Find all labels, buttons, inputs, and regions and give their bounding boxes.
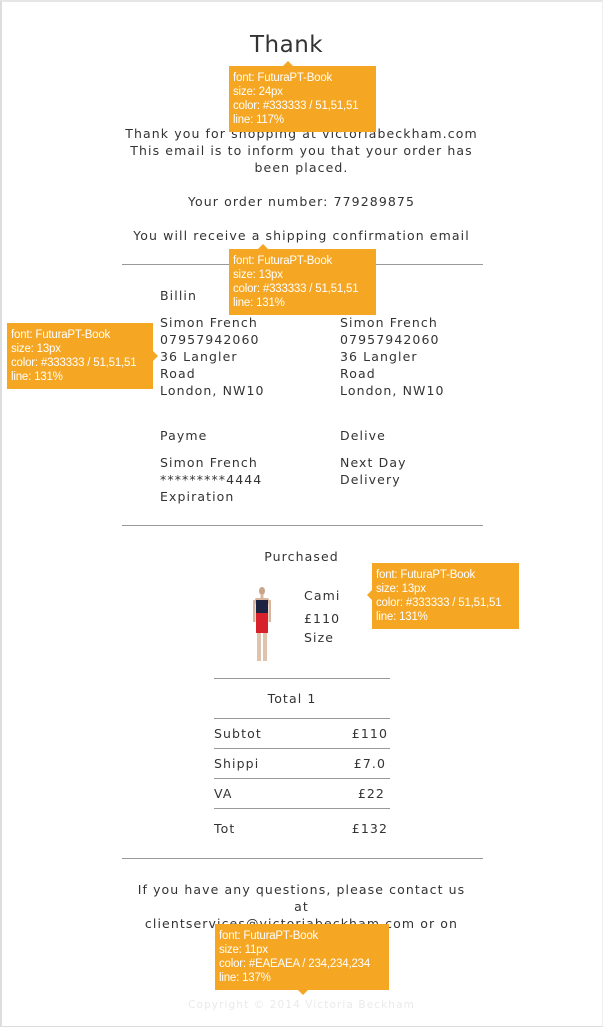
copyright: Copyright © 2014 Victoria Beckham [188,999,415,1011]
annotation-line: font: FuturaPT-Book [219,930,319,942]
email-title: Thank [250,32,324,58]
divider [214,718,390,719]
annotation-line: line: 131% [11,371,63,383]
annotation-line: color: #EAEAEA / 234,234,234 [219,958,371,970]
payment-line: *********4444 [160,472,263,487]
item-size: Size [304,630,335,645]
annotation-arrow [153,351,158,361]
annotation-line: line: 117% [233,114,284,126]
annotation-tooltip: font: FuturaPT-Book size: 24px color: #333… [229,66,376,132]
footer-line: If you have any questions, please contac… [137,882,466,897]
totals-label: Subtot [214,726,262,741]
annotation-line: line: 131% [376,611,428,623]
shipping-line: 07957942060 [340,332,440,347]
annotation-line: color: #333333 / 51,51,51 [11,357,137,369]
billing-line: 36 Langler [160,349,238,364]
divider [214,808,390,809]
annotation-line: size: 13px [233,269,283,281]
annotation-line: font: FuturaPT-Book [11,329,111,341]
annotation-line: size: 24px [233,86,283,98]
annotation-tooltip: font: FuturaPT-Book size: 13px color: #333… [229,249,376,315]
totals-label: Tot [214,821,236,836]
footer-line: at [294,899,309,914]
shipping-line: Road [340,366,376,381]
divider [214,678,390,679]
totals-value: £110 [351,726,388,741]
annotation-line: size: 13px [11,343,61,355]
annotation-line: line: 137% [219,972,271,984]
totals-value: £132 [351,821,388,836]
payment-line: Expiration [160,489,235,504]
annotation-tooltip: font: FuturaPT-Book size: 13px color: #333… [372,563,519,629]
totals-label: Shippi [214,756,260,771]
annotation-line: font: FuturaPT-Book [233,72,333,84]
billing-line: 07957942060 [160,332,260,347]
shipping-line: London, NW10 [340,383,445,398]
totals-heading: Total 1 [267,691,317,706]
annotation-line: color: #333333 / 51,51,51 [233,283,359,295]
annotation-line: font: FuturaPT-Book [376,569,476,581]
divider [214,778,390,779]
annotation-line: font: FuturaPT-Book [233,255,333,267]
delivery-line: Delivery [340,472,401,487]
totals-value: £7.0 [353,756,386,771]
item-name[interactable]: Cami [304,587,340,604]
item-price: £110 [304,611,341,626]
annotation-arrow [258,244,268,249]
annotation-arrow [367,590,372,600]
shipping-line: Simon French [340,315,438,330]
order-number: Your order number: 779289875 [187,194,416,209]
divider [122,858,483,859]
annotation-arrow [298,990,308,995]
shipping-note: You will receive a shipping confirmation… [133,228,470,243]
annotation-arrow [283,61,293,66]
billing-line: London, NW10 [160,383,265,398]
billing-line: Road [160,366,196,381]
totals-label: VA [214,786,233,801]
payment-line: Simon French [160,455,258,470]
intro-line: This email is to inform you that your or… [130,143,473,158]
payment-heading: Payme [160,428,208,443]
billing-heading: Billin [160,288,197,303]
divider [122,525,483,526]
intro-line: been placed. [254,160,349,175]
annotation-line: line: 131% [233,297,285,309]
annotation-line: size: 13px [376,583,426,595]
product-image[interactable] [250,586,274,664]
delivery-line: Next Day [340,455,407,470]
divider [214,748,390,749]
annotation-tooltip: font: FuturaPT-Book size: 13px color: #333… [7,323,153,389]
totals-value: £22 [357,786,385,801]
shipping-line: 36 Langler [340,349,418,364]
annotation-line: color: #333333 / 51,51,51 [233,100,359,112]
billing-line: Simon French [160,315,258,330]
annotation-tooltip: font: FuturaPT-Book size: 11px color: #EAE… [215,924,389,990]
delivery-heading: Delive [340,428,386,443]
annotation-line: color: #333333 / 51,51,51 [376,597,502,609]
annotation-line: size: 11px [219,944,268,956]
